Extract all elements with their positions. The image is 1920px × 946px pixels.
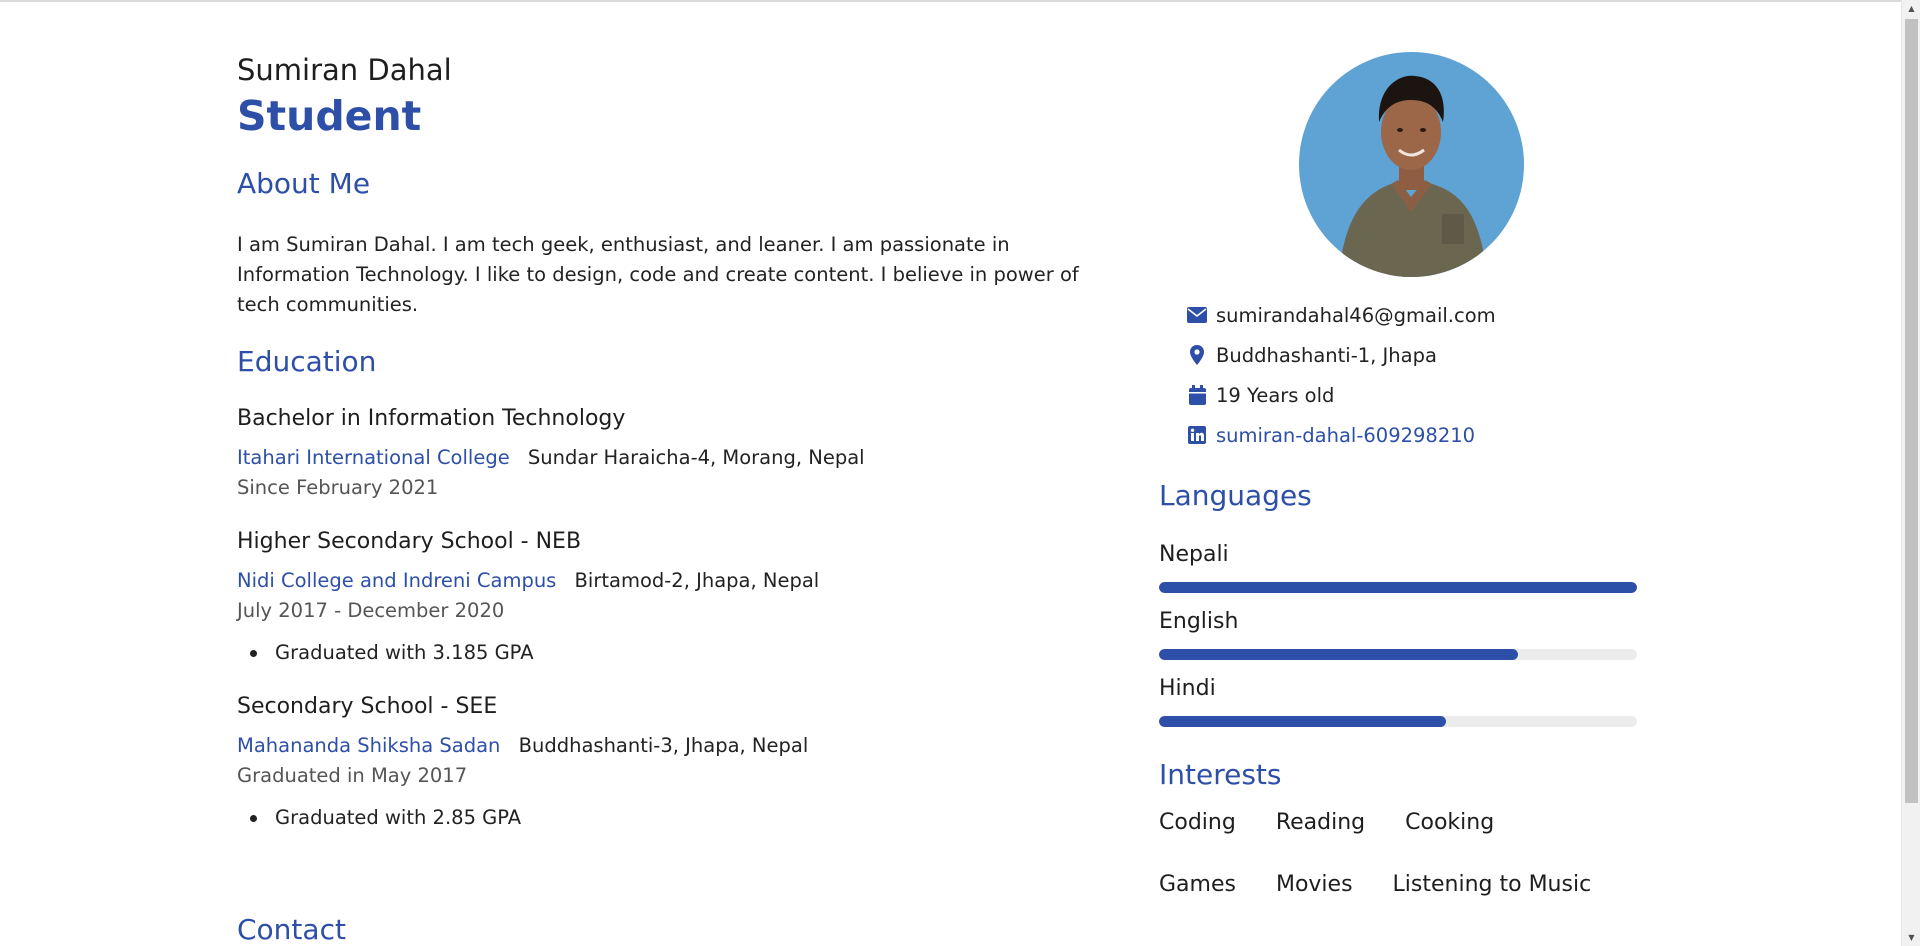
- education-school-line: Mahananda Shiksha Sadan Buddhashanti-3, …: [237, 731, 1097, 761]
- language-item: Hindi: [1159, 674, 1637, 727]
- education-school-line: Itahari International College Sundar Har…: [237, 443, 1097, 473]
- education-degree: Secondary School - SEE: [237, 694, 498, 719]
- language-progress-fill: [1159, 582, 1637, 593]
- interest-item: Listening to Music: [1392, 872, 1592, 897]
- language-item: English: [1159, 607, 1637, 660]
- contact-age: 19 Years old: [1216, 383, 1335, 407]
- about-heading: About Me: [237, 167, 371, 200]
- education-school-line: Nidi College and Indreni Campus Birtamod…: [237, 566, 1097, 596]
- interest-item: Coding: [1159, 810, 1236, 835]
- scroll-up-arrow-icon[interactable]: ▲: [1902, 0, 1920, 17]
- profile-photo: [1299, 52, 1524, 277]
- contact-age-row: 19 Years old: [1186, 375, 1586, 415]
- contact-linkedin-link[interactable]: sumiran-dahal-609298210: [1216, 424, 1475, 447]
- education-date: Since February 2021: [237, 476, 439, 499]
- map-pin-icon: [1186, 344, 1208, 366]
- education-item: Secondary School - SEE Mahananda Shiksha…: [237, 692, 1097, 833]
- education-school-link[interactable]: Itahari International College: [237, 446, 510, 469]
- education-bullet: Graduated with 2.85 GPA: [250, 803, 1097, 833]
- language-progress-bar: [1159, 649, 1637, 660]
- profile-role: Student: [237, 92, 422, 140]
- interests-heading: Interests: [1159, 758, 1282, 791]
- calendar-icon: [1186, 384, 1208, 406]
- language-item: Nepali: [1159, 540, 1637, 593]
- language-progress-bar: [1159, 582, 1637, 593]
- education-school-link[interactable]: Mahananda Shiksha Sadan: [237, 734, 500, 757]
- profile-name: Sumiran Dahal: [237, 53, 452, 87]
- education-heading: Education: [237, 345, 377, 378]
- top-border: [0, 0, 1920, 2]
- interests-list: Coding Reading Cooking Games Movies List…: [1159, 808, 1637, 932]
- person-illustration: [1339, 75, 1487, 277]
- education-degree: Bachelor in Information Technology: [237, 406, 626, 431]
- education-place: Sundar Haraicha-4, Morang, Nepal: [527, 446, 865, 469]
- language-name: Nepali: [1159, 542, 1229, 567]
- education-date: Graduated in May 2017: [237, 764, 468, 787]
- interest-item: Movies: [1275, 872, 1353, 897]
- contact-heading: Contact: [237, 913, 346, 946]
- education-bullet: Graduated with 3.185 GPA: [250, 638, 1097, 668]
- education-date: July 2017 - December 2020: [237, 599, 505, 622]
- scrollbar-thumb[interactable]: [1905, 19, 1918, 803]
- education-bullets: Graduated with 3.185 GPA: [237, 638, 1097, 668]
- envelope-icon: [1186, 304, 1208, 326]
- language-name: Hindi: [1159, 676, 1216, 701]
- education-bullets: Graduated with 2.85 GPA: [237, 803, 1097, 833]
- contact-location: Buddhashanti-1, Jhapa: [1216, 343, 1437, 367]
- language-progress-bar: [1159, 716, 1637, 727]
- scroll-down-arrow-icon[interactable]: ▼: [1902, 929, 1920, 946]
- contact-email-row: sumirandahal46@gmail.com: [1186, 295, 1586, 335]
- language-progress-fill: [1159, 649, 1518, 660]
- contact-location-row: Buddhashanti-1, Jhapa: [1186, 335, 1586, 375]
- education-item: Higher Secondary School - NEB Nidi Colle…: [237, 527, 1097, 668]
- languages-heading: Languages: [1159, 479, 1312, 512]
- interest-item: Reading: [1275, 810, 1366, 835]
- education-place: Birtamod-2, Jhapa, Nepal: [574, 569, 820, 592]
- language-name: English: [1159, 609, 1239, 634]
- contact-list: sumirandahal46@gmail.com Buddhashanti-1,…: [1186, 295, 1586, 455]
- about-text: I am Sumiran Dahal. I am tech geek, enth…: [237, 233, 1079, 316]
- education-degree: Higher Secondary School - NEB: [237, 529, 582, 554]
- education-place: Buddhashanti-3, Jhapa, Nepal: [518, 734, 809, 757]
- contact-linkedin-row: sumiran-dahal-609298210: [1186, 415, 1586, 455]
- interest-item: Cooking: [1405, 810, 1495, 835]
- interest-item: Games: [1159, 872, 1236, 897]
- education-item: Bachelor in Information Technology Itaha…: [237, 404, 1097, 503]
- education-school-link[interactable]: Nidi College and Indreni Campus: [237, 569, 556, 592]
- main-column: Sumiran Dahal Student About Me I am Sumi…: [237, 50, 1097, 833]
- language-progress-fill: [1159, 716, 1446, 727]
- vertical-scrollbar[interactable]: ▲ ▼: [1901, 0, 1920, 946]
- linkedin-icon: [1186, 424, 1208, 446]
- contact-email: sumirandahal46@gmail.com: [1216, 303, 1496, 327]
